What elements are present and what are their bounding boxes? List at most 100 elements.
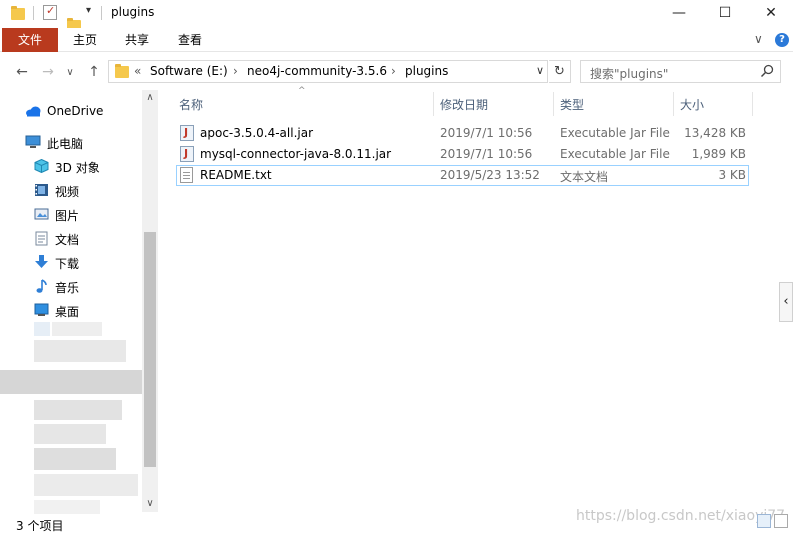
properties-icon[interactable]: ✓ <box>43 4 57 20</box>
redacted-area <box>52 322 102 336</box>
scroll-up-button[interactable]: ∧ <box>142 92 158 103</box>
sidebar-item-videos[interactable]: 视频 <box>0 179 140 201</box>
file-name: apoc-3.5.0.4-all.jar <box>200 126 314 140</box>
sidebar-item-this-pc[interactable]: 此电脑 <box>0 131 140 153</box>
column-divider[interactable] <box>673 92 674 116</box>
title-separator <box>101 6 102 20</box>
status-item-count: 3 个项目 <box>16 519 64 533</box>
redacted-area <box>34 500 100 514</box>
file-size: 13,428 KB <box>684 126 746 140</box>
column-divider[interactable] <box>553 92 554 116</box>
details-pane-toggle[interactable]: ‹ <box>779 282 793 322</box>
address-dropdown-button[interactable]: ∨ <box>536 64 544 77</box>
search-icon[interactable] <box>760 64 774 82</box>
title-bar: ✓ ▾ plugins — ☐ ✕ <box>0 0 793 32</box>
sort-indicator: ^ <box>298 86 306 96</box>
sidebar-item-documents[interactable]: 文档 <box>0 227 140 249</box>
tab-home[interactable]: 主页 <box>64 28 106 52</box>
sidebar-item-label: 此电脑 <box>47 137 84 151</box>
folder-icon <box>115 64 129 78</box>
sidebar-item-label: 图片 <box>55 209 80 223</box>
search-placeholder: 搜索"plugins" <box>590 67 669 81</box>
address-bar[interactable]: « Software (E:) › neo4j-community-3.5.6 … <box>108 60 548 83</box>
cloud-icon <box>25 104 41 118</box>
file-row[interactable]: apoc-3.5.0.4-all.jar 2019/7/1 10:56 Exec… <box>176 123 749 144</box>
tab-share[interactable]: 共享 <box>116 28 158 52</box>
breadcrumb-drive[interactable]: Software (E:) <box>150 64 228 78</box>
sidebar-item-desktop[interactable]: 桌面 <box>0 299 140 321</box>
redacted-area <box>34 322 50 336</box>
picture-icon <box>34 207 49 221</box>
breadcrumb-overflow[interactable]: « <box>134 64 141 78</box>
column-header-size[interactable]: 大小 <box>680 96 704 120</box>
jar-file-icon <box>180 125 194 141</box>
close-button[interactable]: ✕ <box>748 0 793 26</box>
sidebar-scrollbar-thumb[interactable] <box>144 232 156 467</box>
music-icon <box>35 279 50 293</box>
sidebar-item-onedrive[interactable]: OneDrive <box>0 100 140 122</box>
maximize-button[interactable]: ☐ <box>702 0 748 26</box>
redacted-area <box>34 448 116 470</box>
sidebar-item-label: 文档 <box>55 233 80 247</box>
redacted-area <box>0 370 142 394</box>
redacted-area <box>34 474 138 496</box>
column-divider[interactable] <box>752 92 753 116</box>
minimize-button[interactable]: — <box>656 0 702 26</box>
search-box[interactable]: 搜索"plugins" <box>580 60 781 83</box>
column-header-modified[interactable]: 修改日期 <box>440 96 488 120</box>
expand-ribbon-button[interactable]: ∨ <box>754 32 763 46</box>
sidebar-item-label: 下载 <box>55 257 80 271</box>
video-icon <box>34 183 49 197</box>
large-icons-view-button[interactable] <box>774 514 788 528</box>
computer-icon <box>25 135 41 149</box>
details-view-button[interactable] <box>757 514 771 528</box>
file-row[interactable]: README.txt 2019/5/23 13:52 文本文档 3 KB <box>176 165 749 186</box>
document-icon <box>35 231 50 246</box>
breadcrumb-separator[interactable]: › <box>391 64 396 78</box>
column-divider[interactable] <box>433 92 434 116</box>
forward-button[interactable]: → <box>38 62 58 82</box>
redacted-area <box>34 424 106 444</box>
redacted-area <box>34 340 126 362</box>
up-button[interactable]: ↑ <box>84 62 104 82</box>
scroll-down-button[interactable]: ∨ <box>142 498 158 509</box>
column-header-name[interactable]: 名称 <box>179 96 203 120</box>
sidebar-item-3d-objects[interactable]: 3D 对象 <box>0 155 140 177</box>
file-modified: 2019/5/23 13:52 <box>440 168 540 182</box>
file-name: mysql-connector-java-8.0.11.jar <box>200 147 392 161</box>
file-row[interactable]: mysql-connector-java-8.0.11.jar 2019/7/1… <box>176 144 749 165</box>
navigation-pane: OneDrive 此电脑 3D 对象 视频 图片 文档 下载 音乐 桌面 <box>0 90 158 514</box>
file-type: Executable Jar File <box>560 126 670 140</box>
sidebar-item-pictures[interactable]: 图片 <box>0 203 140 225</box>
file-modified: 2019/7/1 10:56 <box>440 147 533 161</box>
file-type: 文本文档 <box>560 170 609 184</box>
text-file-icon <box>180 167 193 183</box>
qa-separator <box>33 6 34 20</box>
redacted-area <box>34 400 122 420</box>
sidebar-item-label: 音乐 <box>55 281 80 295</box>
tab-file[interactable]: 文件 <box>2 28 58 52</box>
refresh-button[interactable]: ↻ <box>549 60 571 83</box>
column-header-type[interactable]: 类型 <box>560 96 584 120</box>
sidebar-item-downloads[interactable]: 下载 <box>0 251 140 273</box>
folder-icon <box>11 6 25 20</box>
ribbon: 文件 主页 共享 查看 ∨ ? <box>0 28 793 52</box>
desktop-icon <box>34 303 49 317</box>
file-name: README.txt <box>200 168 272 182</box>
tab-view[interactable]: 查看 <box>169 28 211 52</box>
sidebar-item-label: 桌面 <box>55 305 80 319</box>
sidebar-item-label: 3D 对象 <box>55 161 100 175</box>
jar-file-icon <box>180 146 194 162</box>
breadcrumb-plugins[interactable]: plugins <box>405 64 448 78</box>
recent-locations-button[interactable]: ∨ <box>60 62 80 82</box>
breadcrumb-separator[interactable]: › <box>233 64 238 78</box>
breadcrumb-neo4j[interactable]: neo4j-community-3.5.6 <box>247 64 387 78</box>
file-type: Executable Jar File <box>560 147 670 161</box>
back-button[interactable]: ← <box>12 62 32 82</box>
sidebar-item-label: 视频 <box>55 185 80 199</box>
sidebar-item-music[interactable]: 音乐 <box>0 275 140 297</box>
help-icon[interactable]: ? <box>775 33 789 47</box>
cube-icon <box>34 158 49 174</box>
sidebar-item-label: OneDrive <box>47 104 104 118</box>
customize-quick-access-button[interactable]: ▾ <box>86 5 91 21</box>
